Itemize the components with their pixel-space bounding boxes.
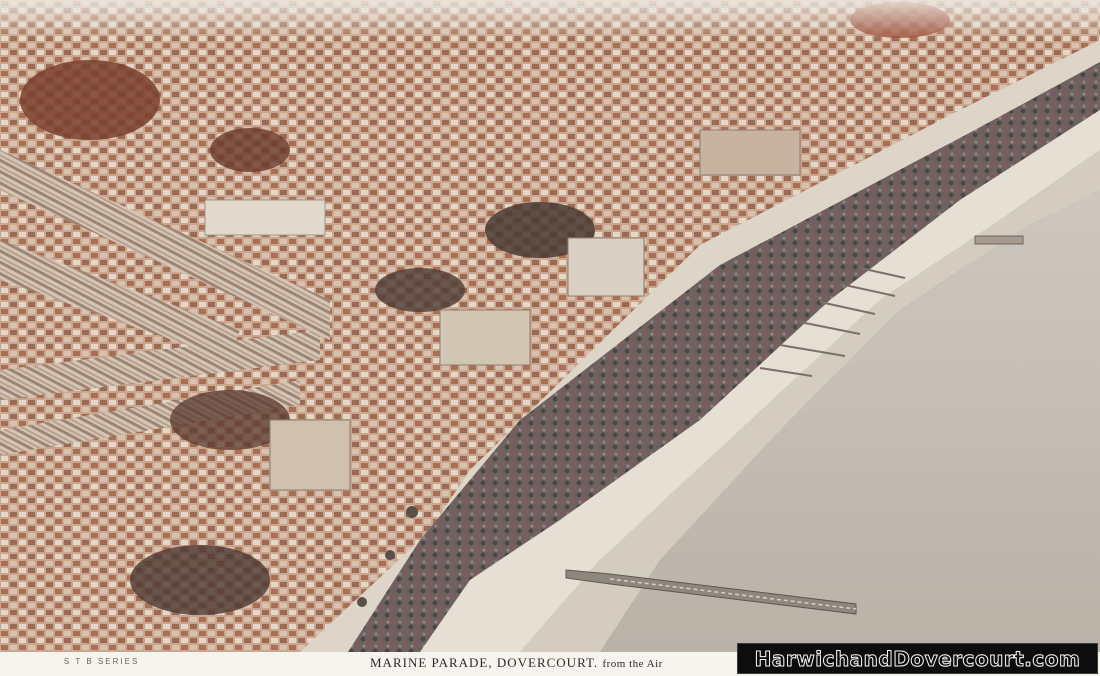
large-building [439,309,531,366]
large-building [699,129,801,176]
postcard-frame: S T B SERIES MARINE PARADE, DOVERCOURT. … [0,0,1100,676]
tree-cluster [130,545,270,615]
roadside-tree [357,597,367,607]
chapel-building [567,237,645,297]
tree-cluster [375,268,465,312]
small-jetty [974,235,1024,245]
roadside-tree [406,506,418,518]
tree-cluster [210,128,290,172]
watermark-text: HarwichandDovercourt.com [754,646,1081,671]
tree-cluster [20,60,160,140]
large-building [269,419,351,491]
caption-title: MARINE PARADE, DOVERCOURT. [370,655,599,670]
sky-haze [0,0,1100,40]
website-watermark: HarwichandDovercourt.com [737,643,1098,674]
aerial-photo [0,0,1100,652]
postcard-caption: MARINE PARADE, DOVERCOURT. from the Air [370,655,663,671]
flat-roof-building [204,199,326,236]
caption-subtitle: from the Air [602,658,663,670]
roadside-tree [385,550,395,560]
series-label: S T B SERIES [64,657,140,666]
